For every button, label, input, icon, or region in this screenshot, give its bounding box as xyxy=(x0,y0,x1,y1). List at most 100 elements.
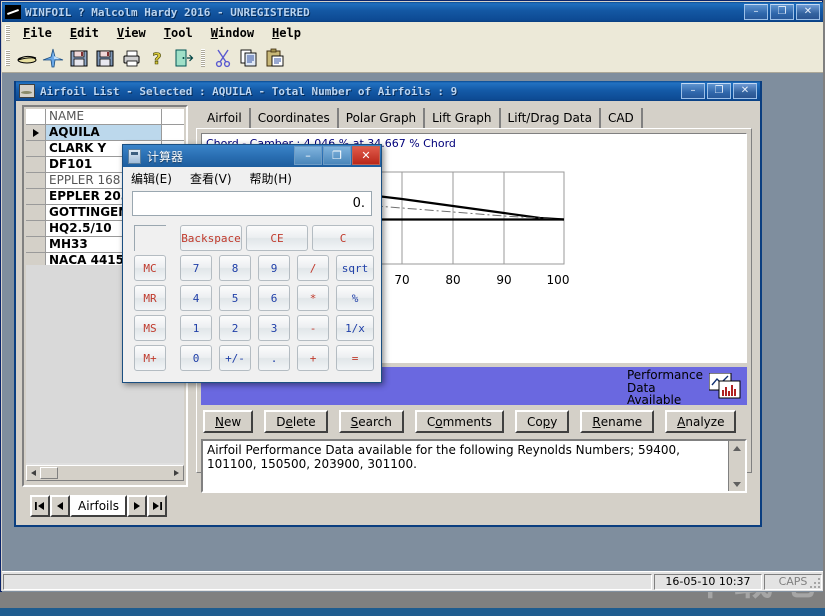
calculator-4-key[interactable]: 4 xyxy=(180,285,212,311)
calculator-decimal-key[interactable]: . xyxy=(258,345,290,371)
previous-record-button[interactable] xyxy=(50,495,70,517)
help-icon[interactable]: ? xyxy=(146,47,168,69)
new-button[interactable]: New xyxy=(203,410,253,433)
scrollbar-thumb[interactable] xyxy=(40,467,58,479)
analyze-button[interactable]: Analyze xyxy=(665,410,736,433)
scroll-down-icon[interactable] xyxy=(729,477,745,491)
menu-item-view[interactable]: View xyxy=(108,24,155,42)
calculator-2-key[interactable]: 2 xyxy=(219,315,251,341)
tab-coordinates[interactable]: Coordinates xyxy=(251,108,339,129)
scroll-up-icon[interactable] xyxy=(729,441,745,455)
resize-grip[interactable] xyxy=(809,577,821,589)
mdi-maximize-icon: ❐ xyxy=(708,84,730,98)
calculator-minimize-button[interactable]: – xyxy=(294,146,322,165)
performance-line-1: Performance xyxy=(627,369,703,382)
tab-polar-graph[interactable]: Polar Graph xyxy=(339,108,425,129)
tab-airfoil[interactable]: Airfoil xyxy=(200,108,251,129)
calculator-ms-key[interactable]: MS xyxy=(134,315,166,341)
comments-button[interactable]: Comments xyxy=(415,410,504,433)
next-record-button[interactable] xyxy=(127,495,147,517)
minimize-button[interactable]: – xyxy=(744,4,768,20)
paste-icon[interactable] xyxy=(264,47,286,69)
tab-lift-graph[interactable]: Lift Graph xyxy=(425,108,500,129)
close-icon: ✕ xyxy=(797,5,819,19)
calculator-5-key[interactable]: 5 xyxy=(219,285,251,311)
cut-icon[interactable] xyxy=(212,47,234,69)
memo-vertical-scrollbar[interactable] xyxy=(728,441,745,491)
calculator-close-button[interactable]: ✕ xyxy=(352,146,380,165)
save-icon[interactable] xyxy=(94,47,116,69)
calculator-equals-key[interactable]: = xyxy=(336,345,374,371)
svg-text:90: 90 xyxy=(496,273,511,287)
menu-item-tool[interactable]: Tool xyxy=(155,24,202,42)
grid-column-name: NAME xyxy=(46,109,162,125)
table-row[interactable]: AQUILA xyxy=(26,125,184,141)
calculator-menu-edit[interactable]: 编辑(E) xyxy=(131,170,172,187)
calculator-backspace-key[interactable]: Backspace xyxy=(180,225,242,251)
status-message-pane xyxy=(3,574,652,590)
calculator-menu-view[interactable]: 查看(V) xyxy=(190,170,232,187)
calculator-percent-key[interactable]: % xyxy=(336,285,374,311)
calculator-c-key[interactable]: C xyxy=(312,225,374,251)
exit-icon[interactable] xyxy=(172,47,194,69)
last-record-button[interactable] xyxy=(147,495,167,517)
calculator-maximize-button[interactable]: ❐ xyxy=(323,146,351,165)
mdi-maximize-button[interactable]: ❐ xyxy=(707,83,731,99)
first-record-button[interactable] xyxy=(30,495,50,517)
tab-lift-drag-data[interactable]: Lift/Drag Data xyxy=(501,108,601,129)
calculator-sign-key[interactable]: +/- xyxy=(219,345,251,371)
menu-item-window[interactable]: Window xyxy=(202,24,263,42)
performance-memo[interactable]: Airfoil Performance Data available for t… xyxy=(201,439,747,493)
calculator-sqrt-key[interactable]: sqrt xyxy=(336,255,374,281)
calculator-7-key[interactable]: 7 xyxy=(180,255,212,281)
calculator-menu-help[interactable]: 帮助(H) xyxy=(250,170,292,187)
print-icon[interactable] xyxy=(120,47,142,69)
calculator-1-key[interactable]: 1 xyxy=(180,315,212,341)
tab-cad[interactable]: CAD xyxy=(601,108,643,129)
close-button[interactable]: ✕ xyxy=(796,4,820,20)
new-plane-icon[interactable] xyxy=(42,47,64,69)
status-bar: 16-05-10 10:37 CAPS xyxy=(2,571,823,591)
calculator-multiply-key[interactable]: * xyxy=(297,285,329,311)
calculator-3-key[interactable]: 3 xyxy=(258,315,290,341)
calculator-9-key[interactable]: 9 xyxy=(258,255,290,281)
copy-button[interactable]: Copy xyxy=(515,410,569,433)
search-button[interactable]: Search xyxy=(339,410,404,433)
calculator-title-bar[interactable]: 计算器 – ❐ ✕ xyxy=(123,145,381,167)
calculator-6-key[interactable]: 6 xyxy=(258,285,290,311)
calculator-reciprocal-key[interactable]: 1/x xyxy=(336,315,374,341)
row-selector xyxy=(26,141,46,157)
mdi-minimize-button[interactable]: – xyxy=(681,83,705,99)
calculator-subtract-key[interactable]: - xyxy=(297,315,329,341)
mdi-title-bar[interactable]: Airfoil List - Selected : AQUILA - Total… xyxy=(16,81,760,101)
row-selector xyxy=(26,189,46,205)
calculator-divide-key[interactable]: / xyxy=(297,255,329,281)
scroll-left-icon[interactable] xyxy=(27,467,40,479)
calculator-0-key[interactable]: 0 xyxy=(180,345,212,371)
calculator-add-key[interactable]: + xyxy=(297,345,329,371)
calculator-mr-key[interactable]: MR xyxy=(134,285,166,311)
calculator-mc-key[interactable]: MC xyxy=(134,255,166,281)
open-airfoil-icon[interactable] xyxy=(16,47,38,69)
mdi-close-button[interactable]: ✕ xyxy=(733,83,757,99)
minimize-icon: – xyxy=(745,5,767,19)
row-selector-arrow-icon xyxy=(26,125,46,141)
menu-item-file[interactable]: File xyxy=(14,24,61,42)
airfoil-window-icon xyxy=(19,84,35,98)
delete-button[interactable]: Delete xyxy=(264,410,327,433)
save-as-icon[interactable] xyxy=(68,47,90,69)
calculator-8-key[interactable]: 8 xyxy=(219,255,251,281)
copy-icon[interactable] xyxy=(238,47,260,69)
maximize-button[interactable]: ❐ xyxy=(770,4,794,20)
rename-button[interactable]: Rename xyxy=(580,410,654,433)
menu-grip[interactable] xyxy=(5,25,10,41)
toolbar-grip[interactable] xyxy=(5,50,10,66)
scroll-right-icon[interactable] xyxy=(170,467,183,479)
menu-item-help[interactable]: Help xyxy=(263,24,310,42)
calculator-ce-key[interactable]: CE xyxy=(246,225,308,251)
menu-item-edit[interactable]: Edit xyxy=(61,24,108,42)
calculator-m-plus-key[interactable]: M+ xyxy=(134,345,166,371)
main-title-bar[interactable]: WINFOIL ? Malcolm Hardy 2016 - UNREGISTE… xyxy=(2,2,823,22)
maximize-icon: ❐ xyxy=(771,5,793,19)
grid-horizontal-scrollbar[interactable] xyxy=(26,465,184,481)
